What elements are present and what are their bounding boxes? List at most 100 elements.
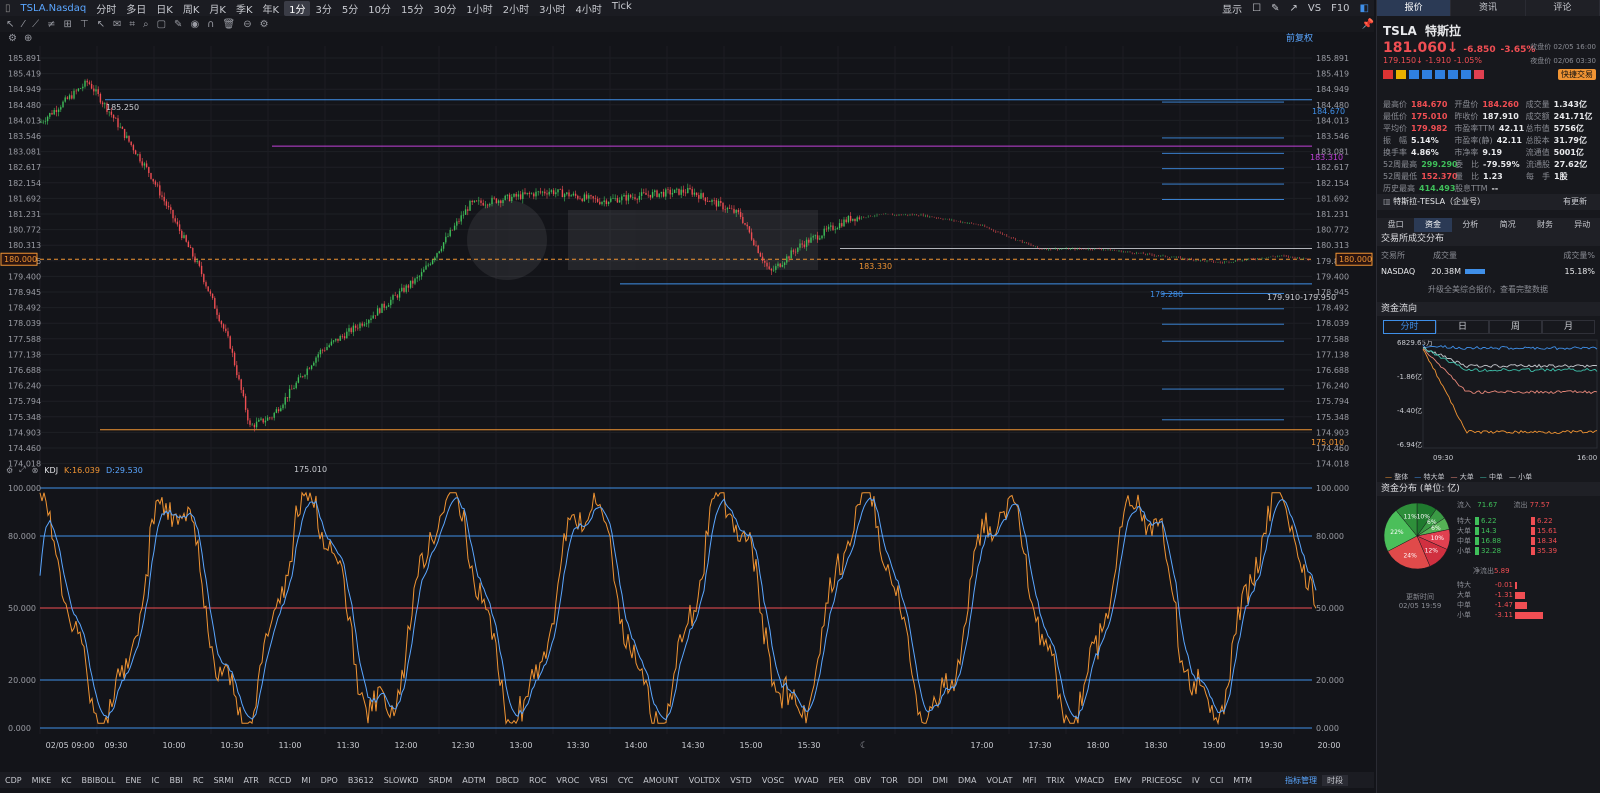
- option-icon[interactable]: [1422, 70, 1432, 79]
- symbol-label[interactable]: TSLA.Nasdaq: [16, 3, 92, 14]
- indicator-volat[interactable]: VOLAT: [982, 776, 1018, 785]
- indicator-roc[interactable]: ROC: [524, 776, 551, 785]
- measure-icon[interactable]: ⌗: [129, 19, 135, 30]
- indicator-per[interactable]: PER: [824, 776, 849, 785]
- indicator-ic[interactable]: IC: [147, 776, 165, 785]
- period-2[interactable]: 日K: [151, 1, 178, 16]
- gear-icon[interactable]: ⚙: [6, 466, 13, 475]
- period-6[interactable]: 年K: [258, 1, 285, 16]
- indicator-slowkd[interactable]: SLOWKD: [379, 776, 424, 785]
- period-13[interactable]: 1小时: [461, 1, 497, 16]
- indicator-vmacd[interactable]: VMACD: [1070, 776, 1109, 785]
- period-9[interactable]: 5分: [337, 1, 363, 16]
- subtab-2[interactable]: 分析: [1452, 218, 1489, 232]
- subtab-3[interactable]: 简况: [1489, 218, 1526, 232]
- subtab-4[interactable]: 财务: [1526, 218, 1563, 232]
- indicator-tor[interactable]: TOR: [876, 776, 903, 785]
- indicator-mi[interactable]: MI: [296, 776, 315, 785]
- indicator-atr[interactable]: ATR: [239, 776, 264, 785]
- indicator-cci[interactable]: CCI: [1205, 776, 1229, 785]
- period-button[interactable]: 时段: [1322, 774, 1348, 786]
- flow-tab-3[interactable]: 月: [1542, 320, 1595, 334]
- zoom-icon[interactable]: ⌕: [143, 19, 149, 30]
- kdj-name[interactable]: KDJ: [44, 466, 58, 475]
- indicator-bbiboll[interactable]: BBIBOLL: [77, 776, 121, 785]
- eye-icon[interactable]: ◉: [190, 19, 199, 30]
- indicator-amount[interactable]: AMOUNT: [638, 776, 683, 785]
- checkbox-icon[interactable]: ☐: [1247, 3, 1266, 14]
- line-tool-icon[interactable]: ⁄: [22, 19, 24, 30]
- company-link[interactable]: ▥ 特斯拉-TESLA（企业号） 有更新: [1377, 194, 1600, 210]
- trend-icon[interactable]: ↗: [1284, 3, 1302, 14]
- margin-icon[interactable]: [1396, 70, 1406, 79]
- f10-button[interactable]: F10: [1326, 3, 1354, 14]
- brush-icon[interactable]: ✎: [1266, 3, 1284, 14]
- period-8[interactable]: 3分: [310, 1, 336, 16]
- indicator-rc[interactable]: RC: [188, 776, 209, 785]
- period-10[interactable]: 10分: [363, 1, 396, 16]
- expand-icon[interactable]: ⤢: [19, 465, 25, 475]
- channel-tool-icon[interactable]: ≠: [47, 19, 55, 30]
- arrow-tool-icon[interactable]: ↖: [97, 19, 105, 30]
- indicator-ddi[interactable]: DDI: [903, 776, 928, 785]
- panel-toggle-icon[interactable]: ▯: [0, 3, 16, 14]
- indicator-kc[interactable]: KC: [56, 776, 76, 785]
- ray-tool-icon[interactable]: ⟋: [32, 19, 39, 30]
- gear-icon[interactable]: ⚙: [8, 33, 17, 44]
- quick-trade-button[interactable]: 快捷交易: [1558, 69, 1596, 80]
- tab-comments[interactable]: 评论: [1526, 0, 1600, 16]
- period-12[interactable]: 30分: [429, 1, 462, 16]
- fib-tool-icon[interactable]: ⊞: [63, 19, 71, 30]
- period-17[interactable]: Tick: [607, 1, 637, 16]
- indicator-dpo[interactable]: DPO: [316, 776, 343, 785]
- period-16[interactable]: 4小时: [571, 1, 607, 16]
- tab-news[interactable]: 资讯: [1451, 0, 1526, 16]
- vs-button[interactable]: VS: [1303, 3, 1326, 14]
- indicator-emv[interactable]: EMV: [1109, 776, 1136, 785]
- subtab-1[interactable]: 资金: [1414, 218, 1452, 232]
- indicator-b3612[interactable]: B3612: [343, 776, 379, 785]
- period-11[interactable]: 15分: [396, 1, 429, 16]
- indicator-dbcd[interactable]: DBCD: [491, 776, 524, 785]
- cursor-icon[interactable]: ↖: [6, 19, 14, 30]
- indicator-vroc[interactable]: VROC: [551, 776, 584, 785]
- indicator-voltdx[interactable]: VOLTDX: [684, 776, 726, 785]
- layout-icon[interactable]: ◧: [1355, 3, 1374, 14]
- adjust-label[interactable]: 前复权: [1286, 32, 1313, 44]
- subtab-5[interactable]: 异动: [1564, 218, 1600, 232]
- period-1[interactable]: 多日: [121, 1, 151, 16]
- indicator-trix[interactable]: TRIX: [1041, 776, 1069, 785]
- flow-tab-2[interactable]: 周: [1489, 320, 1542, 334]
- gann-tool-icon[interactable]: ⊤: [80, 19, 89, 30]
- period-14[interactable]: 2小时: [498, 1, 534, 16]
- tab-quote[interactable]: 报价: [1377, 0, 1452, 16]
- indicator-mfi[interactable]: MFI: [1018, 776, 1042, 785]
- kdj-chart[interactable]: 100.000 100.000 80.000 80.000 50.000 50.000 20…: [0, 476, 1374, 758]
- lock-icon[interactable]: ⊖: [243, 19, 251, 30]
- indicator-cyc[interactable]: CYC: [613, 776, 638, 785]
- indicator-mtm[interactable]: MTM: [1228, 776, 1257, 785]
- short-icon[interactable]: [1409, 70, 1419, 79]
- pin-icon[interactable]: 📌: [1362, 19, 1374, 30]
- indicator-adtm[interactable]: ADTM: [457, 776, 490, 785]
- indicator-wvad[interactable]: WVAD: [789, 776, 824, 785]
- flow-tab-0[interactable]: 分时: [1383, 320, 1436, 334]
- candlestick-chart[interactable]: ⚙ ⊕ 前复权 185.891 185.891 185.419 185.419 184.…: [0, 32, 1374, 476]
- indicator-srdm[interactable]: SRDM: [424, 776, 458, 785]
- period-3[interactable]: 周K: [178, 1, 205, 16]
- indicator-priceosc[interactable]: PRICEOSC: [1137, 776, 1187, 785]
- indicator-bbi[interactable]: BBI: [165, 776, 188, 785]
- us-flag-icon[interactable]: [1383, 70, 1393, 79]
- chat-icon[interactable]: [1448, 70, 1458, 79]
- indicator-manage-button[interactable]: 指标管理: [1280, 775, 1322, 786]
- heart-icon[interactable]: [1474, 70, 1484, 79]
- indicator-cdp[interactable]: CDP: [0, 776, 27, 785]
- indicator-obv[interactable]: OBV: [849, 776, 876, 785]
- indicator-dmi[interactable]: DMI: [928, 776, 953, 785]
- indicator-mike[interactable]: MIKE: [27, 776, 57, 785]
- indicator-vrsi[interactable]: VRSI: [584, 776, 612, 785]
- pen-icon[interactable]: ✎: [174, 19, 182, 30]
- add-icon[interactable]: ⊕: [24, 33, 32, 44]
- display-menu[interactable]: 显示: [1217, 1, 1247, 16]
- indicator-iv[interactable]: IV: [1187, 776, 1205, 785]
